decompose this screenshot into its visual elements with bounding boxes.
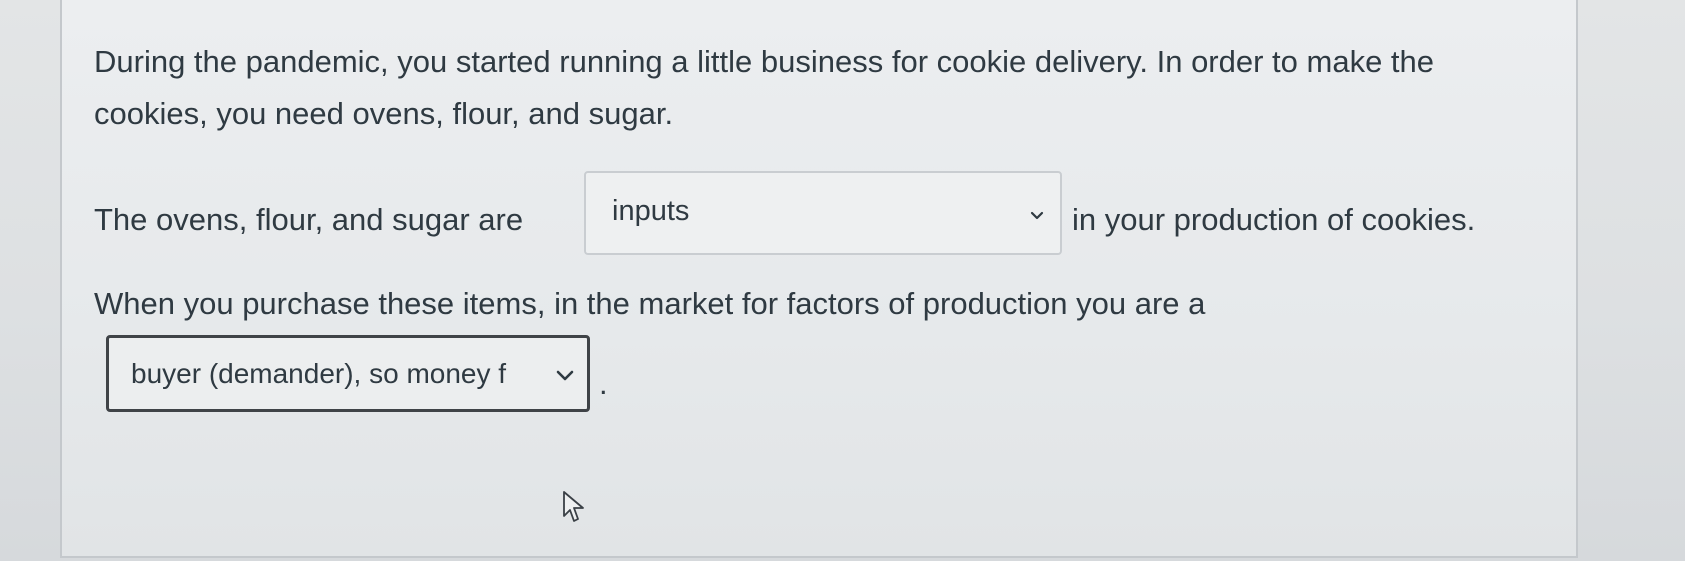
sentence-ovens-before: The ovens, flour, and sugar are: [94, 202, 524, 237]
sentence-purchase-period: .: [599, 366, 608, 401]
screen: During the pandemic, you started running…: [0, 0, 1685, 561]
inputs-dropdown[interactable]: inputs: [584, 171, 1062, 255]
sentence-ovens-after: in your production of cookies.: [1072, 202, 1476, 237]
buyer-dropdown-value: buyer (demander), so money f: [131, 358, 507, 389]
question-intro: During the pandemic, you started running…: [94, 44, 1435, 131]
buyer-dropdown[interactable]: buyer (demander), so money f: [106, 335, 590, 412]
sentence-purchase: When you purchase these items, in the ma…: [94, 286, 1206, 321]
inputs-dropdown-value: inputs: [612, 195, 690, 227]
chevron-down-icon: [556, 370, 574, 381]
question-card: During the pandemic, you started running…: [60, 0, 1578, 558]
chevron-down-icon: [1030, 211, 1044, 220]
mouse-pointer-icon: [563, 491, 584, 522]
